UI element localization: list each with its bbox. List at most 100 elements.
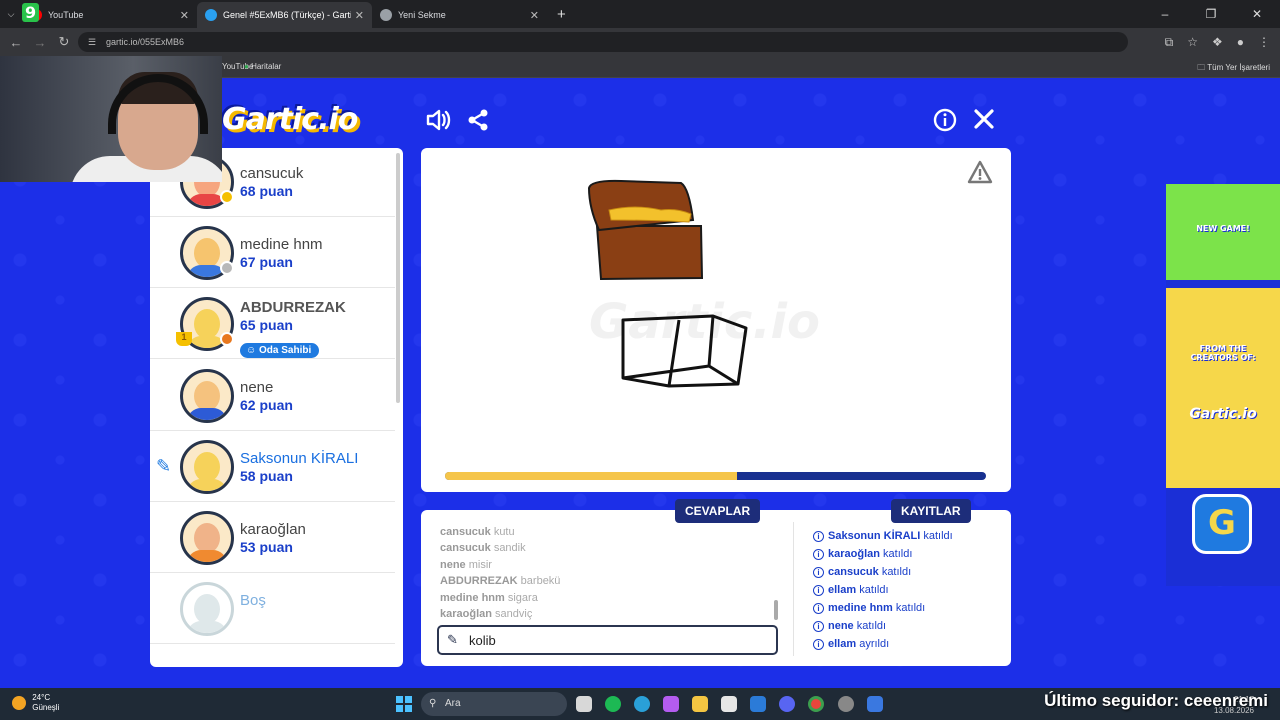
forward-icon[interactable]: → [28,35,52,50]
answer-user: nene [440,558,466,571]
tab-favicon-icon [380,9,392,21]
player-row[interactable]: nene 62 puan [150,360,395,431]
answer-user: medine hnm [440,591,505,604]
owner-label: Oda Sahibi [259,345,312,357]
log-item: i medine hnm katıldı [813,599,953,617]
answers-scrollbar[interactable] [774,600,778,620]
pencil-icon: ✎ [447,632,458,647]
windows-start-icon[interactable] [396,696,412,712]
browser-tab[interactable]: Genel #5ExMB6 (Türkçe) - Gartic ✕ [197,2,372,28]
ad-banner[interactable]: NEW GAME! FROM THE CREATORS OF: Gartic.i… [1166,184,1280,586]
avatar [180,582,234,637]
tab-logs[interactable]: KAYITLAR [891,499,971,523]
close-tab-icon[interactable]: ✕ [355,9,364,22]
obs-icon[interactable] [838,696,854,712]
sound-icon[interactable] [426,108,452,132]
log-action: katıldı [859,584,889,596]
avatar-body [187,407,227,420]
store-icon[interactable] [721,696,737,712]
player-row[interactable]: Boş [150,573,395,645]
log-action: ayrıldı [859,638,890,650]
new-tab-button[interactable]: + [547,6,576,23]
maximize-button[interactable]: ❐ [1188,0,1234,28]
tab-title: YouTube [48,10,84,20]
player-row[interactable]: Saksonun KİRALI 58 puan ✎ [150,431,395,502]
gartic-logo[interactable]: Gartic.io [222,102,358,137]
profile-icon[interactable]: ● [1237,35,1244,49]
taskbar-search-label: Ara [445,698,461,709]
log-item: i ellam katıldı [813,581,953,599]
close-tab-icon[interactable]: ✕ [180,9,189,22]
edge-icon[interactable] [634,696,650,712]
chat-panel: CEVAPLAR KAYITLAR cansucuk kutu cansucuk … [421,499,1011,666]
players-panel: cansucuk 68 puan medine hnm 67 puan ABDURREZ… [150,148,403,667]
avatar-face [194,594,220,625]
ad-creators-text: FROM THE CREATORS OF: [1190,344,1256,362]
status-badge [220,261,234,276]
file-explorer-icon[interactable] [692,696,708,712]
answer-text: misir [468,558,492,571]
install-icon[interactable]: ⧉ [1165,35,1174,50]
info-icon: i [813,585,824,596]
guess-input[interactable] [469,631,759,649]
avatar [180,511,234,565]
site-info-icon[interactable]: ☰ [88,32,96,52]
info-icon: i [813,567,824,578]
minimize-button[interactable]: – [1142,0,1188,28]
search-icon: ⚲ [429,698,437,709]
player-row[interactable]: medine hnm 67 puan [150,217,395,289]
chrome-icon[interactable] [808,696,824,712]
drawing-pencil-icon: ✎ [156,455,172,476]
info-icon: i [813,531,824,542]
tab-answers[interactable]: CEVAPLAR [675,499,761,523]
players-scrollbar[interactable] [396,153,400,403]
copilot-icon[interactable] [663,696,679,712]
report-warning-icon[interactable] [967,160,993,184]
drawing-canvas[interactable]: Gartic.io [421,148,1011,492]
extensions-icon[interactable]: ❖ [1212,35,1223,49]
weather-widget[interactable]: 24°C Güneşli [12,693,59,713]
avatar-face [194,238,220,269]
close-window-button[interactable]: ✕ [1234,0,1280,28]
answer-user: cansucuk [440,542,491,555]
ad-new-game-text: NEW GAME! [1196,224,1250,233]
player-row[interactable]: karaoğlan 53 puan [150,502,395,573]
app-icon[interactable] [867,696,883,712]
url-field[interactable]: ☰ gartic.io/055ExMB6 [78,32,1128,52]
close-tab-icon[interactable]: ✕ [530,9,539,22]
answer-user: karaoğlan [440,608,492,621]
info-icon[interactable] [933,108,957,132]
mail-icon[interactable] [750,696,766,712]
answers-list: cansucuk kutu cansucuk sandik nene misir AB… [440,524,780,622]
spotify-icon[interactable] [605,696,621,712]
bookmark-maps[interactable]: ● Haritalar [244,62,281,71]
time-progress-bar [445,472,986,480]
guess-field[interactable]: ✎ [437,625,778,655]
answer-item: cansucuk kutu [440,524,780,540]
log-item: i nene katıldı [813,617,953,635]
log-user: nene [828,620,854,632]
close-room-icon[interactable] [973,108,995,130]
info-icon: i [813,639,824,650]
bookmark-star-icon[interactable]: ☆ [1187,35,1198,49]
share-icon[interactable] [466,108,490,132]
tab-title: Yeni Sekme [398,10,446,20]
discord-icon[interactable] [779,696,795,712]
answer-item: nene misir [440,557,780,573]
player-row[interactable]: ABDURREZAK 65 puan ☺ Oda Sahibi 1 [150,288,395,360]
answer-text: sandik [493,542,526,555]
log-item: i karaoğlan katıldı [813,545,953,563]
answer-text: sigara [507,591,538,604]
tab-search-chevron-icon[interactable]: ⌵ [0,9,22,20]
all-bookmarks[interactable]: 🗀 Tüm Yer İşaretleri [1197,62,1270,76]
log-user: cansucuk [828,566,879,578]
browser-tab[interactable]: YouTube ✕ [22,2,197,28]
task-view-icon[interactable] [576,696,592,712]
taskbar-search[interactable]: ⚲ Ara [421,692,567,716]
tab-favicon-icon [205,9,217,21]
back-icon[interactable]: ← [4,35,28,50]
info-icon: i [813,549,824,560]
reload-icon[interactable]: ↻ [52,34,76,50]
browser-tab[interactable]: Yeni Sekme ✕ [372,2,547,28]
menu-icon[interactable]: ⋮ [1258,35,1270,49]
